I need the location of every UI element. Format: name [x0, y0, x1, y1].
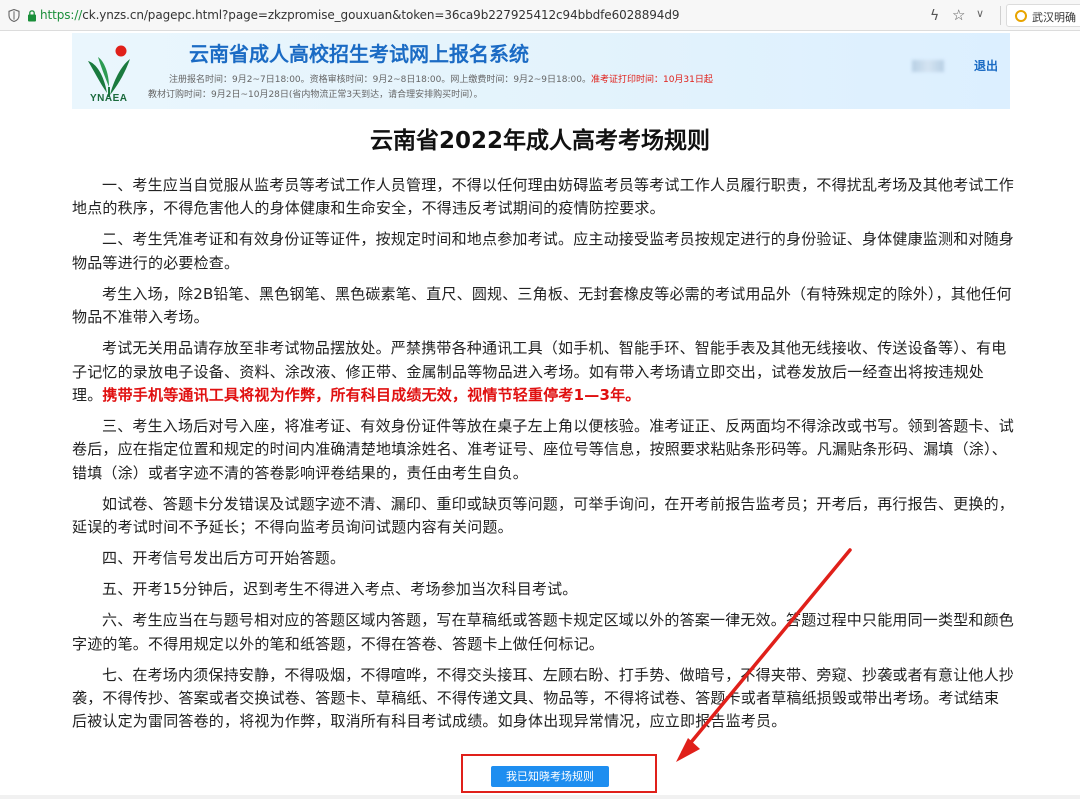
textbook-info: 教材订购时间：9月2日~10月28日(省内物流正常3天到达，请合理安排购买时间）… [148, 90, 483, 100]
shield-icon[interactable] [8, 9, 20, 22]
logo-text: YNAEA [90, 93, 128, 104]
confirm-highlight-box: 我已知晓考场规则 [461, 754, 657, 793]
exam-rules: 一、考生应当自觉服从监考员等考试工作人员管理，不得以任何理由妨碍监考员等考试工作… [72, 174, 1014, 741]
toolbar-divider [1000, 6, 1001, 25]
site-header: YNAEA 云南省成人高校招生考试网上报名系统 注册报名时间：9月2~7日18:… [72, 33, 1010, 109]
page-bottom-strip [0, 795, 1080, 799]
logout-link[interactable]: 退出 [974, 57, 998, 74]
star-icon[interactable]: ☆ [952, 6, 965, 24]
rule-paragraph: 考生入场，除2B铅笔、黑色钢笔、黑色碳素笔、直尺、圆规、三角板、无封套橡皮等必需… [72, 284, 1012, 327]
schedule-info-text: 注册报名时间：9月2~7日18:00。资格审核时间：9月2~8日18:00。网上… [169, 75, 591, 85]
user-name-blurred [912, 60, 944, 72]
extension-tab[interactable]: 武汉明确 [1006, 4, 1080, 27]
rule-paragraph: 一、考生应当自觉服从监考员等考试工作人员管理，不得以任何理由妨碍监考员等考试工作… [72, 176, 1015, 218]
rule-paragraph: 五、开考15分钟后，迟到考生不得进入考点、考场参加当次科目考试。 [102, 580, 578, 599]
chevron-down-icon[interactable]: ∨ [976, 7, 984, 20]
extension-icon [1015, 10, 1027, 22]
rule-paragraph: 二、考生凭准考证和有效身份证等证件，按规定时间和地点参加考试。应主动接受监考员按… [72, 230, 1015, 272]
browser-toolbar: https://ck.ynzs.cn/pagepc.html?page=zkzp… [0, 0, 1080, 31]
admission-print-time: 准考证打印时间：10月31日起 [590, 75, 713, 85]
confirm-rules-button[interactable]: 我已知晓考场规则 [491, 766, 609, 787]
extension-tab-label: 武汉明确 [1032, 11, 1076, 24]
rule-paragraph: 如试卷、答题卡分发错误及试题字迹不清、漏印、重印或缺页等问题，可举手询问，在开考… [72, 494, 1015, 537]
rule-paragraph: 四、开考信号发出后方可开始答题。 [102, 549, 346, 568]
lock-icon[interactable] [27, 9, 37, 22]
page-title: 云南省2022年成人高考考场规则 [369, 128, 710, 154]
rule-paragraph: 七、在考场内须保持安静，不得吸烟，不得喧哗，不得交头接耳、左顾右盼、打手势、做暗… [72, 665, 1015, 731]
bolt-icon[interactable]: ϟ [930, 8, 939, 24]
warning-text: 携带手机等通讯工具将视为作弊，所有科目成绩无效，视情节轻重停考1—3年。 [102, 386, 641, 405]
rule-paragraph: 六、考生应当在与题号相对应的答题区域内答题，写在草稿纸或答题卡规定区域以外的答案… [72, 611, 1015, 653]
address-bar[interactable]: https://ck.ynzs.cn/pagepc.html?page=zkzp… [40, 8, 679, 22]
rule-paragraph: 考试无关用品请存放至非考试物品摆放处。严禁携带各种通讯工具（如手机、智能手环、智… [72, 337, 1014, 407]
schedule-info: 注册报名时间：9月2~7日18:00。资格审核时间：9月2~8日18:00。网上… [169, 72, 713, 85]
url-protocol: https:// [40, 8, 83, 22]
rule-paragraph: 三、考生入场后对号入座，将准考证、有效身份证件等放在桌子左上角以便核验。准考证正… [72, 417, 1015, 482]
site-title: 云南省成人高校招生考试网上报名系统 [189, 42, 529, 66]
url-path: ck.ynzs.cn/pagepc.html?page=zkzpromise_g… [82, 8, 680, 22]
